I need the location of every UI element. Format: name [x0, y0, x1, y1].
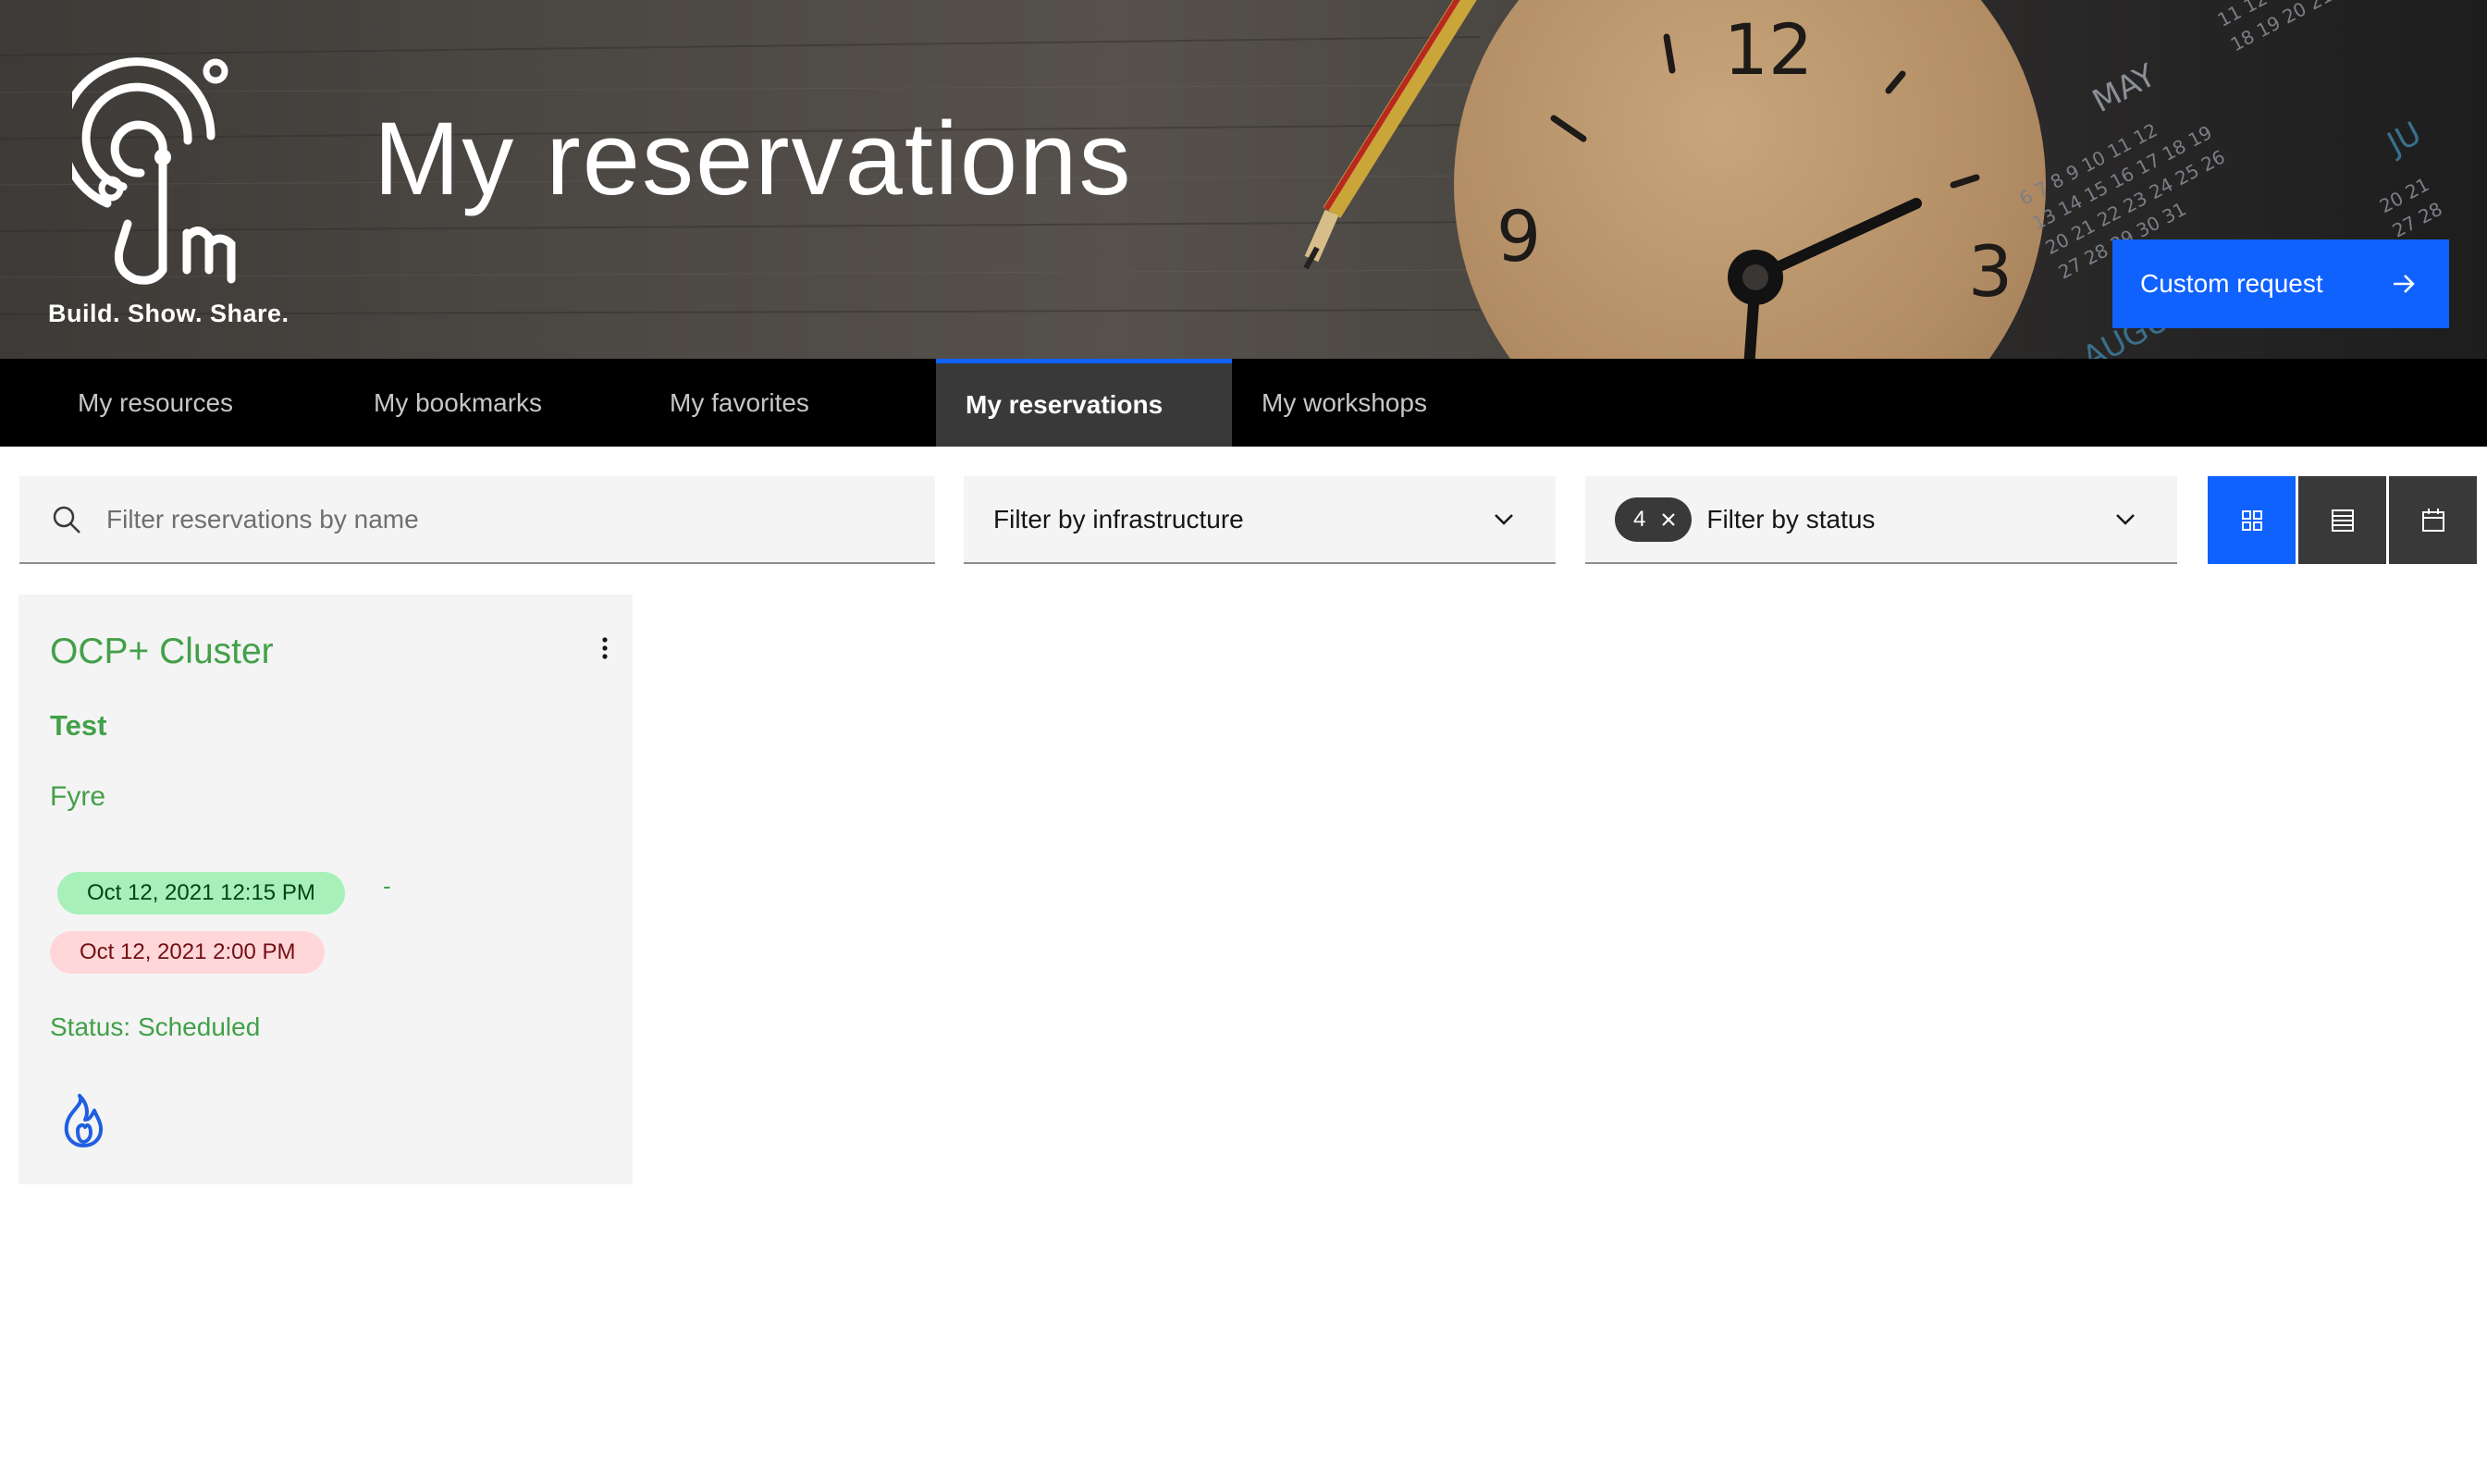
- tab-label: My bookmarks: [374, 387, 543, 417]
- grid-view-button[interactable]: [2208, 476, 2296, 564]
- status-dropdown[interactable]: 4 Filter by status: [1585, 476, 2177, 564]
- reservation-card[interactable]: OCP+ Cluster Test Fyre Oct 12, 2021 12:1…: [18, 595, 633, 1184]
- list-icon: [2331, 509, 2354, 532]
- status-dropdown-label: Filter by status: [1706, 504, 1876, 534]
- search-field: [19, 476, 935, 564]
- tab-label: My workshops: [1262, 387, 1427, 417]
- pencil: [1303, 0, 1477, 270]
- hero-banner: 12 3 9 MAY 6 7 8 9 10 11 12 13 14 15 16 …: [0, 0, 2487, 359]
- svg-text:12: 12: [1724, 8, 1814, 91]
- grid-icon: [2241, 509, 2262, 531]
- reservation-title: OCP+ Cluster: [50, 632, 274, 671]
- tab-label: My favorites: [670, 387, 809, 417]
- infrastructure-dropdown[interactable]: Filter by infrastructure: [964, 476, 1556, 564]
- tab-label: My reservations: [966, 390, 1163, 419]
- search-input[interactable]: [105, 503, 904, 535]
- custom-request-button[interactable]: Custom request: [2112, 239, 2449, 328]
- svg-text:MAY: MAY: [2087, 56, 2161, 120]
- date-separator: -: [383, 872, 391, 900]
- tab-my-workshops[interactable]: My workshops: [1232, 359, 1528, 447]
- svg-text:9: 9: [1496, 195, 1541, 277]
- close-icon[interactable]: [1660, 511, 1677, 528]
- chevron-down-icon: [1495, 513, 1513, 525]
- reservation-name: Test: [50, 709, 107, 742]
- status-selection-count: 4: [1633, 506, 1646, 532]
- tagline: Build. Show. Share.: [48, 300, 289, 327]
- tab-label: My resources: [78, 387, 234, 417]
- reservation-status: Status: Scheduled: [50, 1012, 261, 1041]
- end-date-badge: Oct 12, 2021 2:00 PM: [50, 931, 326, 974]
- svg-text:JU: JU: [2380, 115, 2427, 164]
- list-view-button[interactable]: [2298, 476, 2386, 564]
- tab-my-resources[interactable]: My resources: [48, 359, 344, 447]
- tab-my-reservations[interactable]: My reservations: [936, 359, 1232, 447]
- status-selection-tag[interactable]: 4: [1615, 497, 1693, 542]
- overflow-menu-icon[interactable]: [588, 628, 622, 668]
- arrow-right-icon: [2394, 275, 2415, 293]
- calendar-view-button[interactable]: [2389, 476, 2477, 564]
- logo-icon: [72, 57, 236, 285]
- fyre-flame-icon: [64, 1094, 104, 1147]
- search-icon: [53, 506, 80, 534]
- infrastructure-dropdown-label: Filter by infrastructure: [993, 504, 1244, 534]
- tab-my-favorites[interactable]: My favorites: [640, 359, 936, 447]
- clock-image: 12 3 9: [1454, 0, 2046, 359]
- start-date-badge: Oct 12, 2021 12:15 PM: [57, 872, 345, 914]
- tab-my-bookmarks[interactable]: My bookmarks: [344, 359, 640, 447]
- calendar-icon: [2421, 508, 2444, 532]
- page-title: My reservations: [374, 101, 1133, 216]
- chevron-down-icon: [2116, 513, 2135, 525]
- reservation-infrastructure: Fyre: [50, 781, 105, 812]
- tab-bar: My resources My bookmarks My favorites M…: [0, 359, 2487, 447]
- custom-request-label: Custom request: [2140, 269, 2323, 298]
